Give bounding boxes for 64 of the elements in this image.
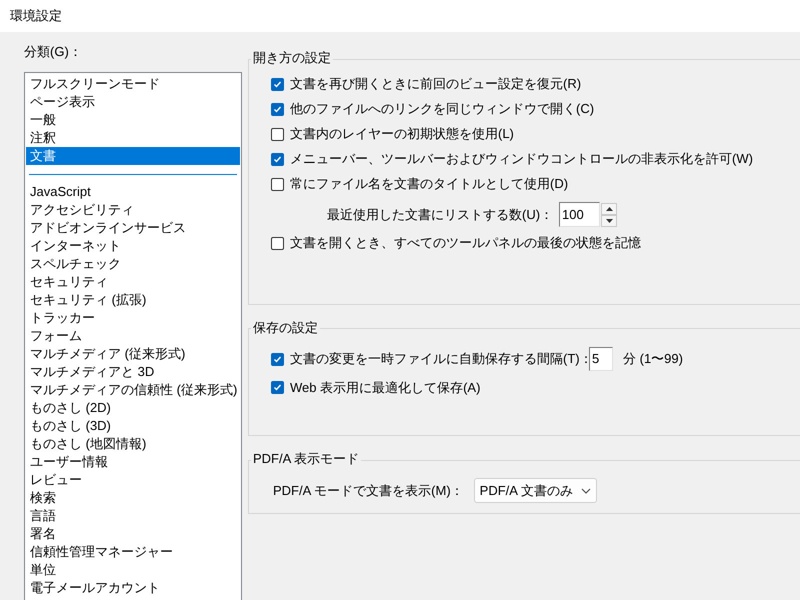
checkbox[interactable] (271, 78, 284, 90)
interval-unit: 分 (1〜99) (623, 350, 683, 368)
category-item[interactable]: 検索 (26, 489, 240, 507)
category-item[interactable]: 一般 (26, 111, 240, 129)
category-item[interactable]: フォーム (26, 327, 240, 345)
category-item[interactable]: 単位 (26, 561, 240, 579)
category-item[interactable]: ページ表示 (26, 93, 240, 111)
category-item[interactable]: ものさし (地図情報) (26, 435, 240, 453)
checkbox-label: 文書を再び開くときに前回のビュー設定を復元(R) (290, 75, 582, 94)
checkbox[interactable] (271, 178, 284, 190)
category-item[interactable]: 署名 (26, 525, 240, 543)
category-item[interactable]: 電子メールアカウント (26, 579, 240, 597)
checkmark-icon (273, 80, 282, 88)
category-item[interactable]: アクセシビリティ (26, 201, 240, 219)
decrement-button[interactable] (601, 214, 618, 226)
category-item[interactable]: トラッカー (26, 309, 240, 327)
interval-field[interactable]: 5 (589, 347, 613, 371)
checkmark-icon (273, 383, 282, 392)
checkbox-label: メニューバー、ツールバーおよびウィンドウコントロールの非表示化を許可(W) (290, 150, 753, 168)
checkbox[interactable] (271, 128, 284, 140)
mode-dropdown[interactable]: PDF/A 文書のみ (474, 478, 597, 503)
category-item[interactable]: 文書 (26, 147, 240, 165)
up-arrow-icon (606, 206, 613, 210)
category-item[interactable]: インターネット (26, 237, 240, 255)
category-item[interactable]: ユーザー情報 (26, 453, 240, 471)
category-item[interactable]: 言語 (26, 507, 240, 525)
number-field[interactable]: 100 (559, 202, 600, 227)
checkbox[interactable] (271, 381, 284, 394)
category-item[interactable]: スペルチェック (26, 255, 240, 273)
checkbox-label: 常にファイル名を文書のタイトルとして使用(D) (290, 175, 568, 194)
category-item[interactable]: マルチメディアの信頼性 (従来形式) (26, 381, 240, 399)
checkbox-label: 他のファイルへのリンクを同じウィンドウで開く(C) (290, 100, 594, 118)
checkmark-icon (273, 354, 282, 364)
category-item[interactable]: JavaScript (26, 183, 240, 201)
category-item[interactable]: 注釈 (26, 129, 240, 147)
category-item[interactable]: マルチメディア (従来形式) (26, 345, 240, 363)
category-item[interactable]: セキュリティ (26, 273, 240, 291)
group-title: PDF/A 表示モード (251, 451, 362, 466)
category-item[interactable]: アドビオンラインサービス (26, 219, 240, 237)
checkbox-label: 文書内のレイヤーの初期状態を使用(L) (290, 125, 514, 144)
category-label: 分類(G)： (24, 43, 82, 61)
category-item[interactable]: フルスクリーンモード (26, 75, 240, 93)
category-item[interactable]: ものさし (3D) (26, 417, 240, 435)
checkbox-label: Web 表示用に最適化して保存(A) (290, 378, 480, 397)
field-label: PDF/A モードで文書を表示(M)： (273, 482, 464, 500)
window-title: 環境設定 (10, 7, 62, 26)
checkmark-icon (273, 154, 282, 164)
checkmark-icon (273, 104, 282, 114)
category-item[interactable]: マルチメディアと 3D (26, 363, 240, 381)
checkbox[interactable] (271, 102, 284, 116)
checkbox-label: 文書を開くとき、すべてのツールパネルの最後の状態を記憶 (290, 234, 641, 252)
checkbox[interactable] (271, 352, 284, 366)
group-title: 保存の設定 (251, 320, 320, 334)
category-item[interactable]: ものさし (2D) (26, 399, 240, 417)
checkbox[interactable] (271, 152, 284, 166)
checkbox[interactable] (271, 236, 284, 250)
chevron-down-icon (580, 488, 591, 494)
down-arrow-icon (606, 218, 613, 222)
category-item[interactable]: 信頼性管理マネージャー (26, 543, 240, 561)
field-label: 最近使用した文書にリストする数(U)： (327, 206, 554, 224)
category-item[interactable]: レビュー (26, 471, 240, 489)
group-title: 開き方の設定 (251, 50, 333, 65)
increment-button[interactable] (601, 202, 618, 214)
category-item[interactable]: セキュリティ (拡張) (26, 291, 240, 309)
